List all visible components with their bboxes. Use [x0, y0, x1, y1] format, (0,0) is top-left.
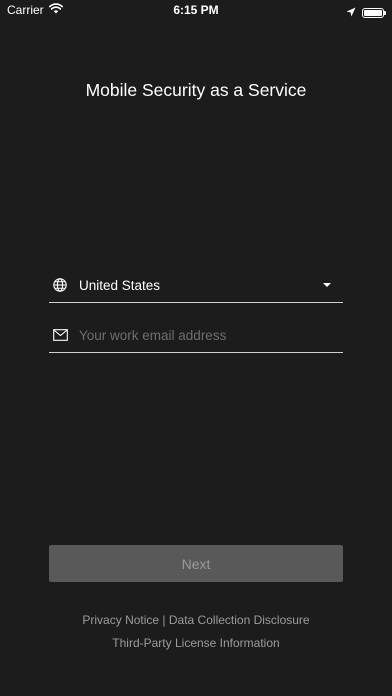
battery-cap [384, 11, 386, 15]
battery-fill [364, 10, 382, 16]
next-button[interactable]: Next [49, 545, 343, 582]
country-value: United States [79, 277, 161, 293]
page-title: Mobile Security as a Service [85, 80, 307, 100]
status-right [346, 4, 386, 22]
status-bar: Carrier 6:15 PM [0, 0, 392, 22]
third-party-license-link[interactable]: Third-Party License Information [112, 636, 279, 650]
mail-icon [52, 327, 68, 343]
country-selector[interactable]: United States [49, 268, 343, 303]
location-arrow-icon [346, 4, 356, 22]
battery-icon [362, 8, 386, 18]
chevron-down-icon [323, 283, 331, 287]
privacy-notice-link[interactable]: Privacy Notice [82, 613, 159, 627]
email-input[interactable] [79, 327, 343, 343]
footer-license-row: Third-Party License Information [0, 636, 392, 650]
data-collection-link[interactable]: Data Collection Disclosure [169, 613, 310, 627]
email-field-container [49, 318, 343, 353]
footer-links-row: Privacy Notice | Data Collection Disclos… [0, 613, 392, 627]
globe-icon [52, 277, 68, 293]
status-time: 6:15 PM [173, 3, 219, 17]
